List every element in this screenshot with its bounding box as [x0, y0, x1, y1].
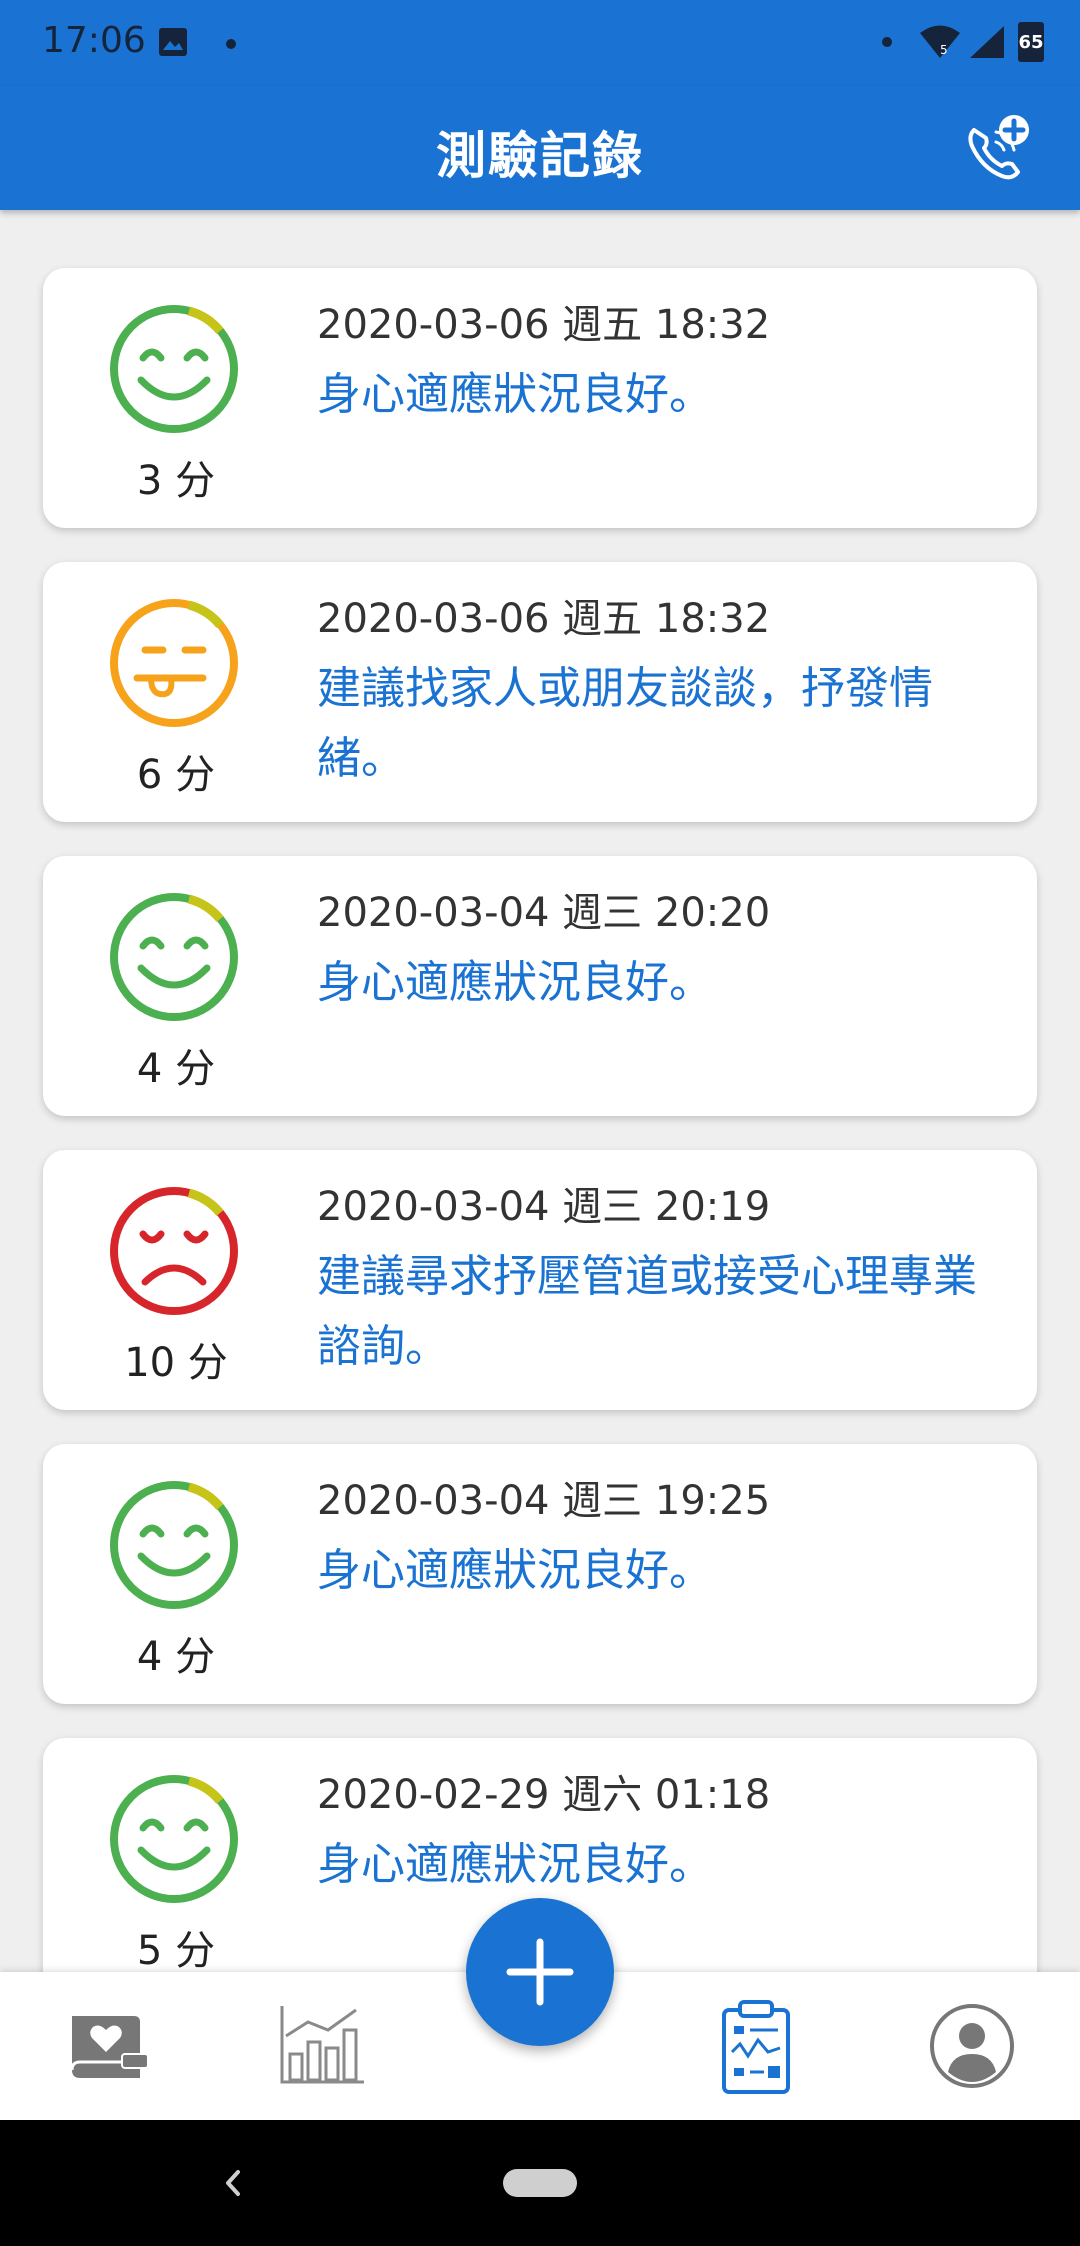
- record-message: 身心適應狀況良好。: [317, 957, 713, 1008]
- record-card[interactable]: 6 分 2020-03-06 週五 18:32 建議找家人或朋友談談，抒發情緒。: [43, 562, 1037, 822]
- back-icon[interactable]: [214, 2160, 254, 2206]
- record-list[interactable]: 3 分 2020-03-06 週五 18:32 身心適應狀況良好。 6 分 20…: [0, 210, 1080, 1972]
- record-message: 建議找家人或朋友談談，抒發情緒。: [317, 663, 933, 784]
- wifi-badge: 5: [940, 43, 948, 57]
- mood-face-icon: [110, 893, 238, 1021]
- home-pill[interactable]: [503, 2169, 577, 2197]
- app-bar: 測驗記錄: [0, 86, 1080, 210]
- record-message: 建議尋求抒壓管道或接受心理專業諮詢。: [317, 1251, 977, 1372]
- cell-signal-icon: [970, 26, 1004, 58]
- status-time: 17:06: [42, 20, 146, 61]
- mood-face-icon: [110, 1775, 238, 1903]
- clipboard-icon[interactable]: [706, 1996, 806, 2096]
- record-score: 4 分: [136, 1634, 216, 1680]
- record-card[interactable]: 3 分 2020-03-06 週五 18:32 身心適應狀況良好。: [43, 268, 1037, 528]
- mood-face-icon: [110, 1187, 238, 1315]
- emergency-call-icon[interactable]: [956, 106, 1040, 190]
- add-icon: [506, 1938, 574, 2006]
- record-date: 2020-03-04 週三 20:19: [317, 1184, 771, 1230]
- mood-face-icon: [110, 599, 238, 727]
- profile-icon[interactable]: [922, 1996, 1022, 2096]
- record-date: 2020-03-04 週三 19:25: [317, 1478, 771, 1524]
- wifi-icon: 5: [920, 25, 960, 58]
- record-date: 2020-02-29 週六 01:18: [317, 1772, 771, 1818]
- image-notification-icon: [159, 28, 187, 56]
- system-navigation-bar: [0, 2120, 1080, 2246]
- status-bar: 17:06 5 65: [0, 0, 1080, 86]
- battery-icon: 65: [1018, 22, 1044, 62]
- heart-book-icon[interactable]: [58, 1996, 158, 2096]
- record-score: 6 分: [136, 752, 216, 798]
- record-date: 2020-03-06 週五 18:32: [317, 302, 771, 348]
- mood-face-icon: [110, 305, 238, 433]
- record-message: 身心適應狀況良好。: [317, 369, 713, 420]
- record-score: 5 分: [136, 1928, 216, 1972]
- record-message: 身心適應狀況良好。: [317, 1839, 713, 1890]
- notification-dot-icon: [226, 39, 236, 49]
- battery-level: 65: [1018, 31, 1044, 53]
- mood-face-icon: [110, 1481, 238, 1609]
- record-date: 2020-03-06 週五 18:32: [317, 596, 771, 642]
- record-score: 3 分: [136, 458, 216, 504]
- record-message: 身心適應狀況良好。: [317, 1545, 713, 1596]
- record-card[interactable]: 4 分 2020-03-04 週三 20:20 身心適應狀況良好。: [43, 856, 1037, 1116]
- status-icons: 5 65: [882, 22, 1044, 62]
- record-date: 2020-03-04 週三 20:20: [317, 890, 771, 936]
- notification-dot-icon: [882, 37, 892, 47]
- bar-chart-icon[interactable]: [272, 1996, 372, 2096]
- record-card[interactable]: 10 分 2020-03-04 週三 20:19 建議尋求抒壓管道或接受心理專業…: [43, 1150, 1037, 1410]
- page-title: 測驗記錄: [436, 127, 644, 185]
- record-score: 10 分: [124, 1340, 228, 1386]
- add-record-button[interactable]: [466, 1898, 614, 2046]
- record-score: 4 分: [136, 1046, 216, 1092]
- record-card[interactable]: 4 分 2020-03-04 週三 19:25 身心適應狀況良好。: [43, 1444, 1037, 1704]
